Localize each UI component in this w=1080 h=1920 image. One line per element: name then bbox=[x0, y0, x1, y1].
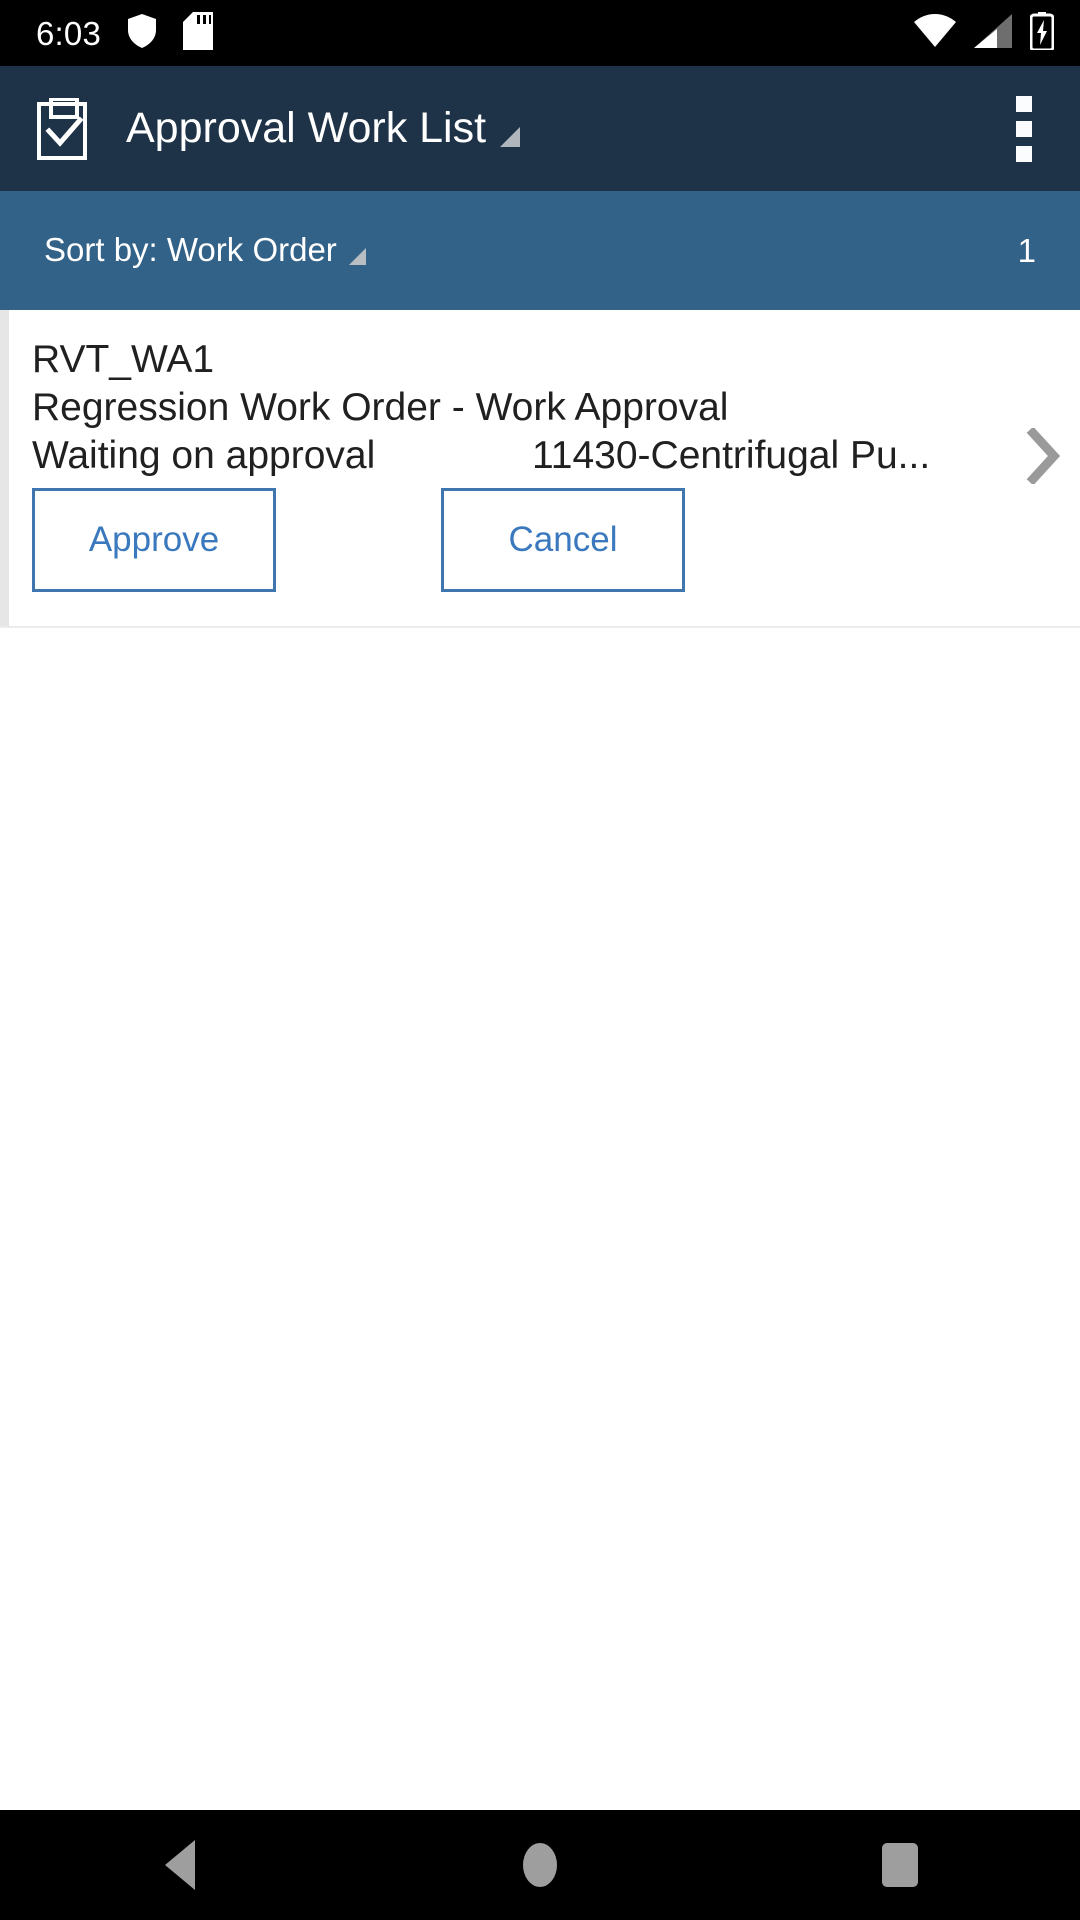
home-circle-icon bbox=[523, 1843, 557, 1887]
card-left-gutter bbox=[0, 310, 9, 626]
page-title: Approval Work List bbox=[126, 103, 487, 152]
battery-charging-icon bbox=[1029, 11, 1055, 55]
work-list: RVT_WA1 Regression Work Order - Work App… bbox=[0, 310, 1080, 1810]
android-nav-bar bbox=[0, 1810, 1080, 1920]
sort-by-label: Sort by: Work Order bbox=[44, 231, 337, 269]
approve-button[interactable]: Approve bbox=[32, 488, 276, 592]
cellular-signal-icon bbox=[974, 13, 1012, 53]
list-item-actions: Approve Cancel bbox=[32, 488, 1000, 592]
shield-icon bbox=[127, 13, 157, 54]
wifi-icon bbox=[914, 13, 956, 53]
chevron-right-icon[interactable] bbox=[1006, 320, 1080, 592]
status-bar-left: 6:03 bbox=[36, 11, 214, 55]
app-title-dropdown[interactable]: Approval Work List bbox=[126, 103, 994, 152]
clipboard-check-icon bbox=[34, 97, 96, 160]
cancel-button[interactable]: Cancel bbox=[441, 488, 685, 592]
overflow-dot bbox=[1016, 120, 1032, 137]
nav-recents-button[interactable] bbox=[810, 1810, 990, 1920]
list-item-content: RVT_WA1 Regression Work Order - Work App… bbox=[9, 336, 1006, 592]
work-order-meta-row: Waiting on approval 11430-Centrifugal Pu… bbox=[32, 432, 1000, 480]
overflow-dot bbox=[1016, 145, 1032, 162]
status-bar-right bbox=[914, 11, 1055, 55]
chevron-down-icon bbox=[500, 127, 521, 148]
overflow-dot bbox=[1016, 95, 1032, 112]
work-order-status: Waiting on approval bbox=[32, 434, 376, 477]
back-triangle-icon bbox=[165, 1840, 195, 1890]
sd-card-icon bbox=[183, 11, 214, 55]
status-clock: 6:03 bbox=[36, 14, 102, 52]
more-vertical-icon[interactable] bbox=[994, 79, 1054, 179]
nav-home-button[interactable] bbox=[450, 1810, 630, 1920]
work-order-description: Regression Work Order - Work Approval bbox=[32, 386, 729, 429]
phone-screen: 6:03 Approval Work List Sort by: Work Or… bbox=[0, 0, 1080, 1920]
work-order-asset: 11430-Centrifugal Pu... bbox=[532, 434, 931, 477]
list-item[interactable]: RVT_WA1 Regression Work Order - Work App… bbox=[0, 310, 1080, 628]
result-count: 1 bbox=[1017, 232, 1036, 269]
chevron-down-icon bbox=[348, 247, 366, 265]
app-bar: Approval Work List bbox=[0, 66, 1080, 191]
nav-back-button[interactable] bbox=[90, 1810, 270, 1920]
work-order-id: RVT_WA1 bbox=[32, 338, 215, 381]
sort-bar[interactable]: Sort by: Work Order 1 bbox=[0, 191, 1080, 310]
status-bar: 6:03 bbox=[0, 0, 1080, 66]
recents-square-icon bbox=[882, 1843, 918, 1887]
sort-by-control[interactable]: Sort by: Work Order bbox=[44, 232, 366, 268]
